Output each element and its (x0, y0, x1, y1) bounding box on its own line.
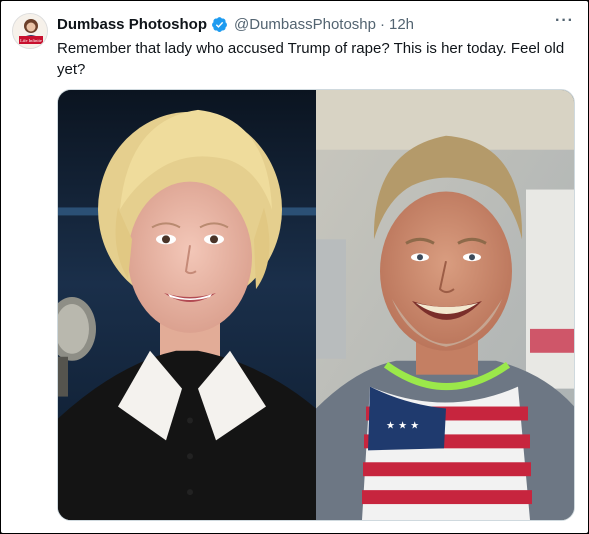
tweet-text: Remember that lady who accused Trump of … (57, 40, 565, 78)
svg-text:★ ★ ★: ★ ★ ★ (386, 420, 419, 431)
woman-portrait-photo (58, 90, 316, 520)
tweet-media[interactable]: ★ ★ ★ (57, 89, 575, 521)
avatar-logo-icon: Life Infinite (13, 14, 47, 48)
user-handle[interactable]: @DumbassPhotoshp (234, 16, 376, 33)
tweet-card[interactable]: Life Infinite Dumbass Photoshop @Dumbass… (1, 1, 588, 533)
avatar[interactable]: Life Infinite (12, 13, 48, 49)
tweet-header: Dumbass Photoshop @DumbassPhotoshp · 12h… (57, 13, 574, 35)
avatar-badge-text: Life Infinite (20, 38, 42, 43)
man-portrait-photo: ★ ★ ★ (316, 90, 574, 520)
time-separator: · (379, 15, 385, 33)
display-name[interactable]: Dumbass Photoshop (57, 16, 207, 33)
timestamp[interactable]: 12h (389, 16, 414, 33)
verified-badge-icon (212, 16, 227, 32)
more-options-icon[interactable]: ··· (555, 13, 574, 32)
